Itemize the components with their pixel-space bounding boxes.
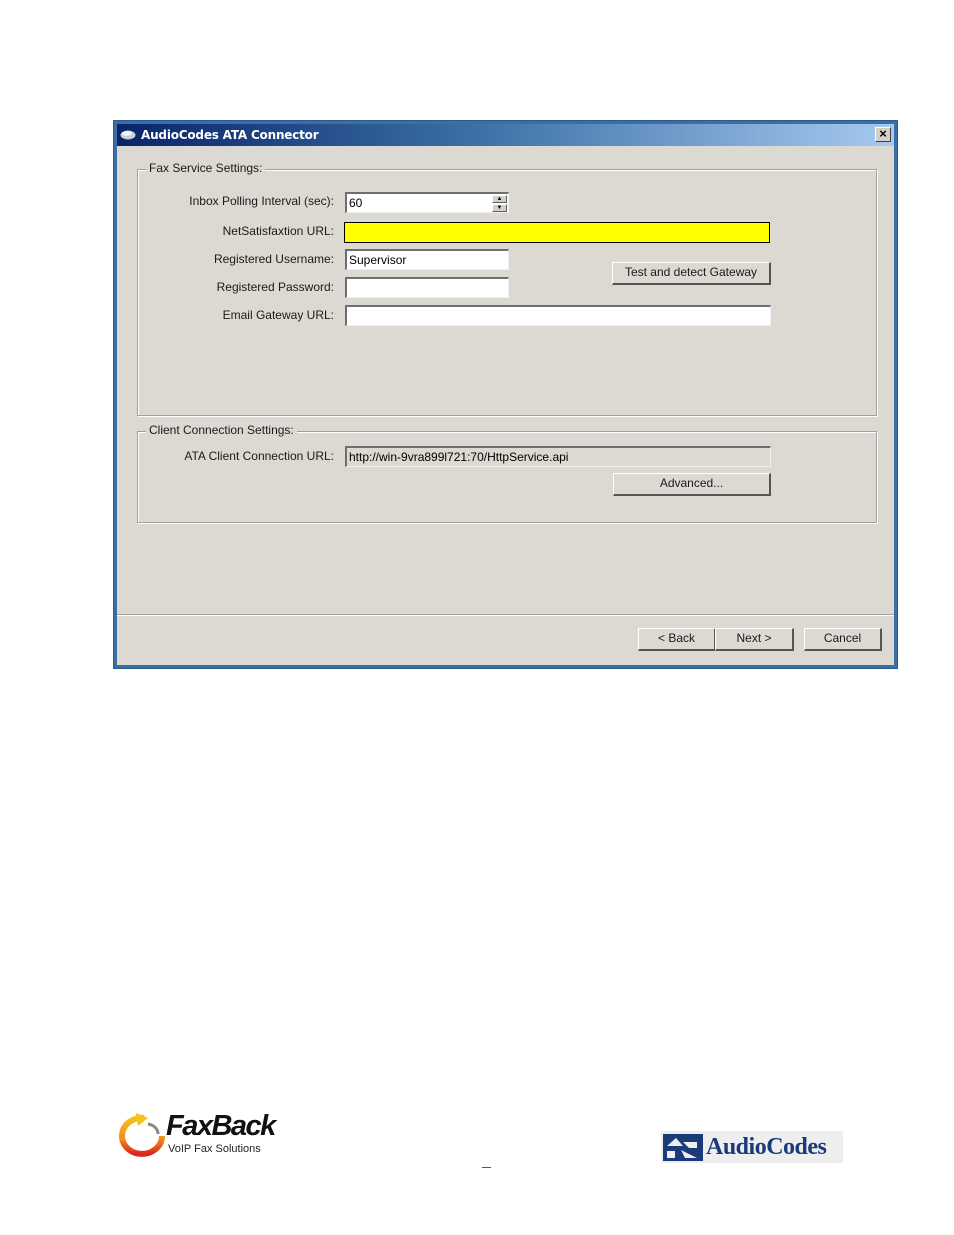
faxback-swirl-icon (119, 1113, 165, 1157)
close-button[interactable]: × (875, 127, 891, 142)
back-button[interactable]: < Back (638, 628, 716, 651)
client-connection-settings-title: Client Connection Settings: (146, 423, 297, 437)
app-icon (120, 130, 136, 140)
registered-username-input[interactable]: Supervisor (345, 249, 509, 270)
title-bar[interactable]: AudioCodes ATA Connector × (117, 124, 894, 146)
ata-client-url-field[interactable]: http://win-9vra899l721:70/HttpService.ap… (345, 446, 771, 467)
registered-password-input[interactable] (345, 277, 509, 298)
audiocodes-logo: AudioCodes (661, 1131, 843, 1163)
close-icon: × (879, 126, 887, 141)
fax-service-settings-group: Fax Service Settings: Inbox Polling Inte… (137, 161, 877, 416)
registered-password-label: Registered Password: (216, 280, 334, 294)
cancel-button[interactable]: Cancel (804, 628, 882, 651)
inbox-polling-value: 60 (349, 196, 363, 210)
inbox-polling-spinner[interactable]: 60 ▲ ▼ (345, 192, 509, 213)
faxback-name: FaxBack (166, 1110, 276, 1142)
registered-username-label: Registered Username: (213, 252, 334, 266)
faxback-logo: FaxBack VoIP Fax Solutions (118, 1108, 278, 1163)
spinner-down-button[interactable]: ▼ (492, 204, 507, 212)
dialog-window: AudioCodes ATA Connector × Fax Service S… (113, 120, 898, 669)
email-gateway-url-input[interactable] (345, 305, 771, 326)
inbox-polling-label: Inbox Polling Interval (sec): (189, 194, 334, 208)
audiocodes-mark-icon (663, 1134, 703, 1161)
next-button[interactable]: Next > (715, 628, 794, 651)
email-gateway-url-label: Email Gateway URL: (222, 308, 334, 322)
netsatisfaxtion-url-input[interactable] (344, 222, 770, 243)
spinner-up-button[interactable]: ▲ (492, 195, 507, 203)
audiocodes-name: AudioCodes (706, 1134, 827, 1160)
spinner-buttons: ▲ ▼ (492, 195, 507, 212)
fax-service-settings-title: Fax Service Settings: (146, 161, 266, 175)
window-title: AudioCodes ATA Connector (141, 128, 319, 142)
dialog-client-area: Fax Service Settings: Inbox Polling Inte… (117, 146, 894, 665)
ata-client-url-label: ATA Client Connection URL: (184, 449, 334, 463)
footer-separator (117, 614, 894, 616)
netsatisfaxtion-url-label: NetSatisfaxtion URL: (222, 224, 334, 238)
faxback-tagline: VoIP Fax Solutions (168, 1143, 261, 1155)
page-number-mark (482, 1167, 491, 1168)
client-connection-settings-group: Client Connection Settings: ATA Client C… (137, 423, 877, 523)
test-and-detect-gateway-button[interactable]: Test and detect Gateway (612, 262, 771, 285)
advanced-button[interactable]: Advanced... (613, 473, 771, 496)
